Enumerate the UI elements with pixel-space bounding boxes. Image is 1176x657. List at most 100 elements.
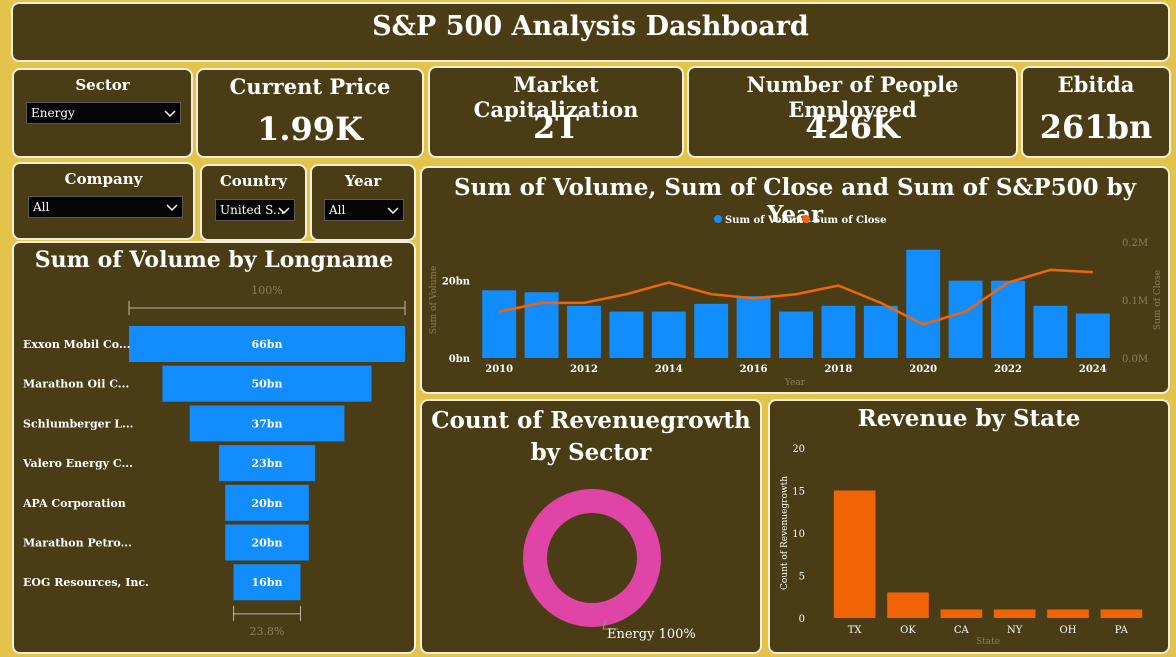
company-value: All <box>33 200 50 214</box>
x-tick-label: 2018 <box>824 364 852 375</box>
volume-bar <box>567 305 601 358</box>
y-tick-label: 15 <box>792 487 805 498</box>
x-axis-title: State <box>976 637 1000 647</box>
funnel-value-label: 37bn <box>252 417 283 430</box>
donut-slice-label: Energy 100% <box>607 627 696 642</box>
year-value: All <box>329 203 346 217</box>
year-slicer: Year All <box>310 164 416 241</box>
year-label: Year <box>344 172 382 190</box>
kpi-employees: Number of People Employeed 426K <box>687 66 1018 158</box>
y-tick-label: 20bn <box>442 277 471 288</box>
state-title: Revenue by State <box>857 405 1081 432</box>
state-bar <box>887 592 929 618</box>
x-tick-label: CA <box>954 625 970 636</box>
funnel-category-label: EOG Resources, Inc. <box>23 576 149 589</box>
sector-label: Sector <box>75 76 130 94</box>
x-tick-label: 2022 <box>994 364 1022 375</box>
y2-tick-label: 0.2M <box>1122 238 1148 249</box>
sector-dropdown[interactable]: Energy <box>26 102 181 124</box>
volume-bar <box>482 290 517 358</box>
kpi-current-price: Current Price 1.99K <box>196 68 424 158</box>
combo-panel: Sum of Volume, Sum of Close and Sum of S… <box>420 166 1170 394</box>
dashboard-title: S&P 500 Analysis Dashboard <box>372 11 809 42</box>
kpi-label: Ebitda <box>1057 72 1135 97</box>
chevron-down-icon <box>387 207 399 215</box>
funnel-value-label: 66bn <box>252 338 283 351</box>
state-bar <box>833 490 876 618</box>
company-dropdown[interactable]: All <box>28 196 183 218</box>
x-tick-label: TX <box>848 625 863 636</box>
country-value: United S... <box>220 203 285 217</box>
funnel-category-label: Schlumberger L... <box>23 417 133 430</box>
donut-title: Count of Revenuegrowth by Sector <box>431 407 751 466</box>
volume-bar <box>991 280 1025 358</box>
y2-tick-label: 0.0M <box>1122 354 1148 365</box>
kpi-value: 1.99K <box>257 110 363 148</box>
y-axis-title: Count of Revenuegrowth <box>780 476 790 590</box>
sector-value: Energy <box>31 106 75 120</box>
funnel-panel: Sum of Volume by Longname 100% 66bn Exxon … <box>12 241 416 654</box>
x-axis-title: Year <box>784 378 806 388</box>
x-tick-label: PA <box>1115 625 1129 636</box>
kpi-value: 2T <box>532 108 580 146</box>
volume-bar <box>863 305 898 358</box>
volume-bar <box>1075 313 1110 358</box>
sector-slicer: Sector Energy <box>12 68 193 158</box>
funnel-value-label: 50bn <box>252 378 283 391</box>
combo-chart: Sum of Volume Sum of Close0bn20bn0.0M0.1M… <box>429 215 1163 388</box>
kpi-label: Current Price <box>229 74 391 99</box>
year-dropdown[interactable]: All <box>324 199 404 221</box>
x-tick-label: OH <box>1060 625 1077 636</box>
donut-slice-energy <box>523 489 661 627</box>
legend-label-volume: Sum of Volume <box>725 215 810 226</box>
kpi-value: 261bn <box>1039 108 1153 146</box>
legend-dot-close <box>802 215 810 223</box>
state-panel: Revenue by State 0 5 10 15 20 TX OK CA NY OH PA Sta… <box>768 399 1170 654</box>
funnel-bottom-percent: 23.8% <box>250 625 285 638</box>
volume-bar <box>694 303 729 358</box>
state-bar <box>940 609 983 618</box>
donut-panel: Count of Revenuegrowth by Sector Energy … <box>420 399 762 654</box>
country-label: Country <box>219 172 288 190</box>
header-panel: S&P 500 Analysis Dashboard <box>11 2 1170 62</box>
volume-bar <box>821 305 856 358</box>
volume-bar <box>651 311 686 358</box>
state-bar <box>1100 609 1143 618</box>
kpi-ebitda: Ebitda 261bn <box>1021 66 1171 158</box>
funnel-value-label: 23bn <box>252 457 283 470</box>
funnel-chart: 100% 66bn Exxon Mobil Co... 50bn Marathon Oi… <box>22 284 406 638</box>
legend-label-close: Sum of Close <box>813 215 886 226</box>
funnel-category-label: Valero Energy C... <box>22 457 133 470</box>
x-tick-label: 2014 <box>655 364 683 375</box>
volume-bar <box>736 296 771 358</box>
y2-axis-title: Sum of Close <box>1153 270 1163 330</box>
x-tick-label: NY <box>1007 625 1023 636</box>
x-tick-label: 2016 <box>740 364 768 375</box>
funnel-category-label: Marathon Oil C... <box>23 378 129 391</box>
y-tick-label: 5 <box>799 572 805 583</box>
kpi-value: 426K <box>805 108 900 146</box>
funnel-category-label: Exxon Mobil Co... <box>23 338 130 351</box>
company-slicer: Company All <box>12 162 195 240</box>
chevron-down-icon <box>278 207 290 215</box>
volume-bar <box>609 311 644 358</box>
x-tick-label: 2012 <box>570 364 598 375</box>
funnel-category-label: APA Corporation <box>22 497 126 510</box>
funnel-value-label: 20bn <box>252 537 283 550</box>
funnel-value-label: 16bn <box>252 576 283 589</box>
y-tick-label: 10 <box>792 529 805 540</box>
y-axis-title: Sum of Volume <box>429 266 439 335</box>
funnel-title: Sum of Volume by Longname <box>34 247 394 273</box>
x-tick-label: 2024 <box>1079 364 1107 375</box>
funnel-value-label: 20bn <box>252 497 283 510</box>
funnel-top-percent: 100% <box>251 284 282 297</box>
legend-dot-volume <box>714 215 722 223</box>
volume-bar <box>779 311 813 358</box>
chevron-down-icon <box>166 204 178 212</box>
chevron-down-icon <box>164 110 176 118</box>
country-dropdown[interactable]: United S... <box>215 199 295 221</box>
company-label: Company <box>64 170 143 188</box>
state-bar <box>993 609 1036 618</box>
y-tick-label: 0bn <box>449 354 471 365</box>
volume-bar <box>948 280 983 358</box>
